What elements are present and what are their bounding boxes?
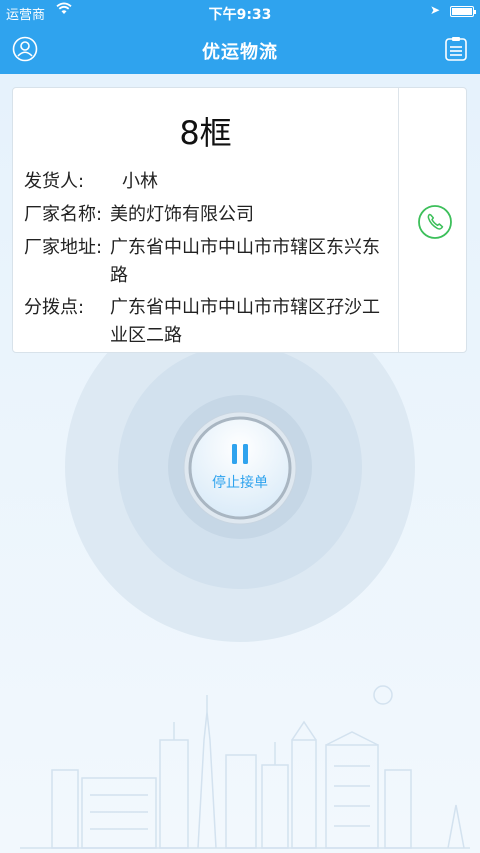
card-divider [398, 88, 399, 352]
factory-name-value: 美的灯饰有限公司 [110, 204, 254, 225]
dispatch-point-value: 广东省中山市中山市市辖区孖沙工业区二路 [110, 297, 380, 346]
factory-address-label: 厂家地址: [24, 237, 103, 258]
stop-accepting-label: 停止接单 [212, 475, 268, 491]
dispatch-point-label: 分拨点: [24, 297, 85, 318]
sender-value: 小林 [122, 171, 158, 192]
phone-icon[interactable] [417, 204, 453, 240]
stop-accepting-button[interactable] [182, 410, 298, 526]
order-card: 8框 发货人: 小林 厂家名称: 美的灯饰有限公司 厂家地址: 广东省中山市中山… [12, 87, 467, 353]
order-count: 8框 [179, 114, 232, 152]
order-list-icon[interactable] [444, 36, 468, 62]
clock: 下午9:33 [208, 7, 272, 23]
factory-name-label: 厂家名称: [24, 204, 103, 225]
factory-address-value: 广东省中山市中山市市辖区东兴东路 [110, 237, 380, 286]
status-bar: 运营商 下午9:33 ➤ [0, 0, 480, 24]
nav-bar: 优运物流 [0, 24, 480, 74]
sender-label: 发货人: [24, 171, 85, 192]
location-arrow-icon: ➤ [429, 3, 440, 17]
battery-icon [450, 6, 476, 17]
page-title: 优运物流 [202, 42, 278, 63]
